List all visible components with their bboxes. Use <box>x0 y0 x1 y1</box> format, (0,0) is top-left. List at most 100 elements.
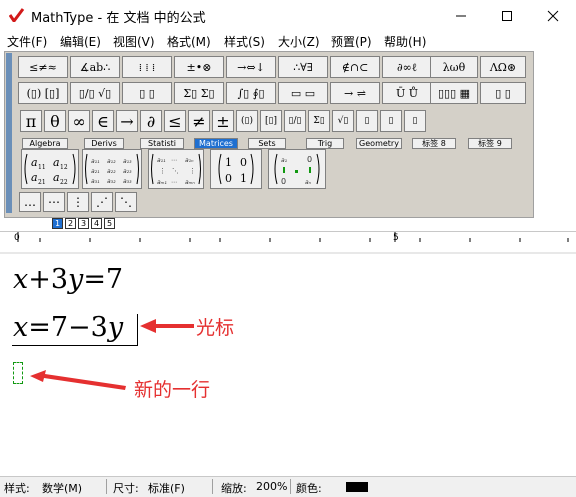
tab-label-8[interactable]: 标签 8 <box>412 138 456 149</box>
svg-text:⋮: ⋮ <box>189 167 196 175</box>
partial-symbol[interactable]: ∂ <box>140 110 162 132</box>
matrix-mxn-dots[interactable]: a₁₁ ⋯ a₁ₙ ⋮ ⋱ ⋮ aₘ₁ ⋯ aₘₙ <box>148 149 204 189</box>
sum-template[interactable]: Σ▯ <box>308 110 330 132</box>
size-button-3[interactable]: 3 <box>78 218 89 229</box>
operators-palette[interactable]: ±•⊗ <box>174 56 224 78</box>
greek-upper-palette[interactable]: ΛΩ⊛ <box>480 56 526 78</box>
mathtype-logo-icon <box>9 8 25 22</box>
products-palette[interactable]: Ū Ů <box>382 82 432 104</box>
size-button-1[interactable]: 1 <box>52 218 63 229</box>
pi-symbol[interactable]: π <box>20 110 42 132</box>
ellipsis-diagonal-up[interactable]: ⋰ <box>91 192 113 212</box>
superscript-template[interactable]: ▯ <box>356 110 378 132</box>
svg-text:21: 21 <box>38 179 46 186</box>
ellipsis-centered[interactable]: ⋯ <box>43 192 65 212</box>
summations-palette[interactable]: Σ▯ Σ▯ <box>174 82 224 104</box>
cursor-arrow-icon <box>140 319 194 333</box>
menu-style[interactable]: 样式(S) <box>224 33 265 50</box>
fraction-template[interactable]: ▯/▯ <box>284 110 306 132</box>
theta-symbol[interactable]: θ <box>44 110 66 132</box>
embellishments-palette[interactable]: ⁞ ⁞ ⁞ <box>122 56 172 78</box>
maximize-button[interactable] <box>484 0 530 31</box>
equation-line-1[interactable]: x+3y=7 <box>13 264 123 295</box>
tab-sets[interactable]: Sets <box>248 138 286 149</box>
svg-text:⋯: ⋯ <box>171 179 177 186</box>
menu-preferences[interactable]: 预置(P) <box>331 33 372 50</box>
greek-lower-palette[interactable]: λωθ <box>430 56 478 78</box>
tab-derivs[interactable]: Derivs <box>84 138 124 149</box>
tab-algebra[interactable]: Algebra <box>22 138 68 149</box>
infinity-symbol[interactable]: ∞ <box>68 110 90 132</box>
equation-line-2[interactable]: x=7−3y <box>13 312 123 343</box>
menu-edit[interactable]: 编辑(E) <box>60 33 101 50</box>
size-button-5[interactable]: 5 <box>104 218 115 229</box>
fences-palette[interactable]: (▯) [▯] <box>18 82 68 104</box>
not-equal-symbol[interactable]: ≠ <box>188 110 210 132</box>
ellipsis-vertical[interactable]: ⋮ <box>67 192 89 212</box>
menu-format[interactable]: 格式(M) <box>167 33 211 50</box>
color-swatch[interactable] <box>346 482 368 492</box>
labeled-arrows-palette[interactable]: → ⇌ <box>330 82 380 104</box>
ruler-ticks <box>0 232 576 254</box>
tab-trig[interactable]: Trig <box>306 138 344 149</box>
menu-view[interactable]: 视图(V) <box>113 33 155 50</box>
element-of-symbol[interactable]: ∈ <box>92 110 114 132</box>
style-label: 样式: <box>4 482 30 495</box>
toolbar-grip[interactable] <box>6 53 12 213</box>
right-arrow-symbol[interactable]: → <box>116 110 138 132</box>
integrals-palette[interactable]: ∫▯ ∮▯ <box>226 82 276 104</box>
new-line-placeholder[interactable] <box>13 362 23 384</box>
size-label: 4 <box>93 219 100 228</box>
close-icon <box>547 10 559 21</box>
diagonal-matrix-template[interactable]: a₁ 0 0 aₙ <box>268 149 326 189</box>
equals-seven: =7 <box>83 264 124 295</box>
matrices-palette[interactable]: ▯▯▯ ▦ <box>430 82 478 104</box>
brackets-template[interactable]: [▯] <box>260 110 282 132</box>
size-button-4[interactable]: 4 <box>91 218 102 229</box>
spaces-palette[interactable]: ∡ab∴ <box>70 56 120 78</box>
svg-text:a: a <box>53 171 60 184</box>
size-label: 5 <box>106 219 113 228</box>
svg-text:a₃₁: a₃₁ <box>91 178 100 185</box>
plus-minus-symbol[interactable]: ± <box>212 110 234 132</box>
arrows-palette[interactable]: →⇔↓ <box>226 56 276 78</box>
matrix-3x3-subscripted[interactable]: a₁₁ a₁₂ a₁₃ a₂₁ a₂₂ a₂₃ a₃₁ a₃₂ a₃₃ <box>82 149 142 189</box>
menu-size[interactable]: 大小(Z) <box>278 33 320 50</box>
equation-editor-area[interactable]: x+3y=7 x=7−3y 光标 新的一行 <box>0 254 576 476</box>
subscript-template[interactable]: ▯ <box>380 110 402 132</box>
matrix-2x2-subscripted[interactable]: a 11 a 12 a 21 a 22 <box>21 149 79 189</box>
bars-palette[interactable]: ▭ ▭ <box>278 82 328 104</box>
size-label: 1 <box>54 219 61 228</box>
ellipsis-baseline[interactable]: … <box>19 192 41 212</box>
menu-help[interactable]: 帮助(H) <box>384 33 426 50</box>
fractions-radicals-palette[interactable]: ▯/▯ √▯ <box>70 82 120 104</box>
size-button-2[interactable]: 2 <box>65 218 76 229</box>
tab-geometry[interactable]: Geometry <box>356 138 402 149</box>
tab-matrices[interactable]: Matrices <box>194 138 238 149</box>
minimize-button[interactable] <box>438 0 484 31</box>
overbar-template[interactable]: ▯ <box>404 110 426 132</box>
svg-text:a₁ₙ: a₁ₙ <box>185 157 194 164</box>
close-button[interactable] <box>530 0 576 31</box>
tab-label-9[interactable]: 标签 9 <box>468 138 512 149</box>
misc-symbols-palette[interactable]: ∂∞ℓ <box>382 56 432 78</box>
tab-statistics[interactable]: Statisti <box>140 138 184 149</box>
boxes-palette[interactable]: ▯ ▯ <box>480 82 526 104</box>
ellipsis-diagonal-down[interactable]: ⋱ <box>115 192 137 212</box>
divider <box>290 479 291 494</box>
svg-text:11: 11 <box>38 164 46 171</box>
less-equal-symbol[interactable]: ≤ <box>164 110 186 132</box>
svg-text:a₂₃: a₂₃ <box>123 168 132 175</box>
menu-file[interactable]: 文件(F) <box>7 33 47 50</box>
identity-matrix-2x2[interactable]: 1 0 0 1 <box>210 149 262 189</box>
new-line-arrow-icon <box>30 370 126 390</box>
relations-palette[interactable]: ≤≠≈ <box>18 56 68 78</box>
sqrt-template[interactable]: √▯ <box>332 110 354 132</box>
subscripts-palette[interactable]: ▯ ▯ <box>122 82 172 104</box>
title-bar: MathType - 在 文档 中的公式 <box>0 0 576 31</box>
svg-text:0: 0 <box>281 177 286 186</box>
logic-palette[interactable]: ∴∀∃ <box>278 56 328 78</box>
set-theory-palette[interactable]: ∉∩⊂ <box>330 56 380 78</box>
parentheses-template[interactable]: (▯) <box>236 110 258 132</box>
ruler[interactable]: 0 5 <box>0 231 576 255</box>
